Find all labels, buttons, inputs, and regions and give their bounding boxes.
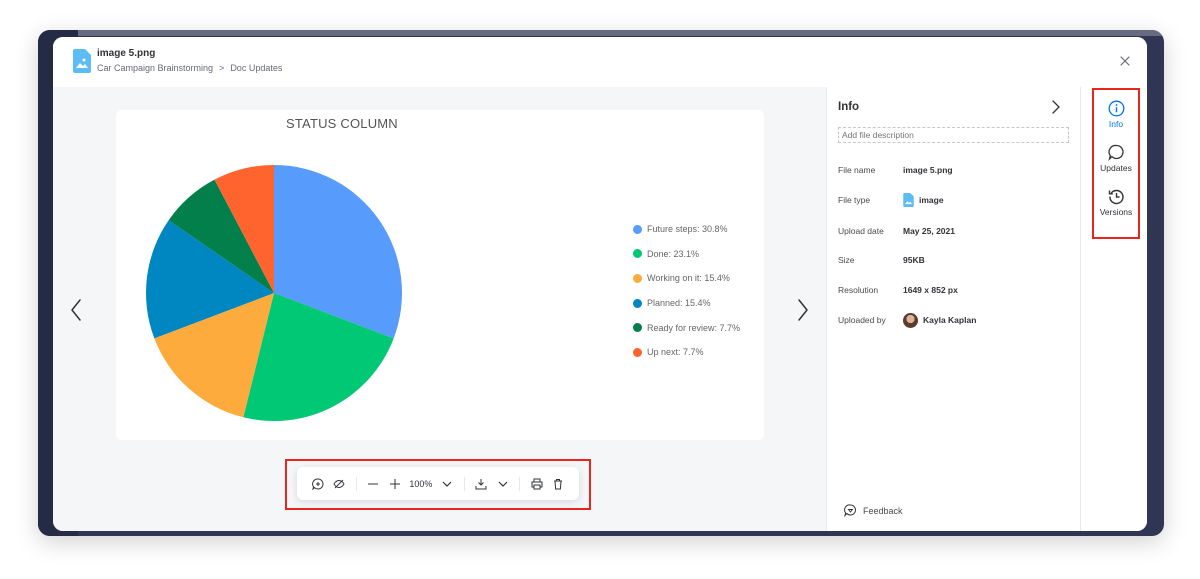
download-button[interactable] — [473, 474, 489, 494]
trash-icon — [554, 478, 563, 489]
viewer-toolbar: 100% — [297, 467, 579, 500]
legend-item: Up next: 7.7% — [633, 340, 740, 365]
legend-item: Working on it: 15.4% — [633, 266, 740, 291]
info-row-resolution: Resolution 1649 x 852 px — [838, 282, 958, 298]
legend-swatch — [633, 224, 642, 234]
image-file-icon — [903, 193, 914, 207]
plus-icon — [389, 478, 400, 489]
info-label: Resolution — [838, 285, 879, 295]
toolbar-divider — [519, 476, 521, 491]
zoom-in-button[interactable] — [386, 474, 402, 494]
legend-label: Up next: 7.7% — [647, 347, 704, 358]
history-icon — [1108, 189, 1124, 205]
info-label: Size — [838, 255, 855, 265]
legend-label: Planned: 15.4% — [647, 298, 711, 309]
feedback-label: Feedback — [863, 505, 903, 516]
info-value: 1649 x 852 px — [903, 285, 958, 295]
info-value: 95KB — [903, 255, 925, 265]
zoom-out-button[interactable] — [365, 474, 381, 494]
legend-item: Ready for review: 7.7% — [633, 315, 740, 340]
screenshot-stage: image 5.png Car Campaign Brainstorming >… — [0, 0, 1200, 579]
image-canvas: STATUS COLUMN Future steps: 30.8% Done: 2… — [116, 110, 764, 440]
info-icon — [1108, 100, 1124, 117]
info-panel: Info File name image 5.png File type ima… — [826, 87, 1080, 531]
close-icon[interactable] — [1117, 53, 1133, 69]
legend-label: Working on it: 15.4% — [647, 273, 730, 284]
info-value: Kayla Kaplan — [903, 312, 976, 328]
rail-tab-label: Updates — [1100, 163, 1132, 173]
info-row-uploaded-by: Uploaded by Kayla Kaplan — [838, 312, 976, 328]
modal-header: image 5.png Car Campaign Brainstorming >… — [53, 37, 1147, 87]
info-row-upload-date: Upload date May 25, 2021 — [838, 223, 955, 239]
add-comment-button[interactable] — [310, 474, 326, 494]
delete-button[interactable] — [550, 474, 566, 494]
printer-icon — [531, 478, 543, 489]
app-topbar-backdrop — [78, 30, 1164, 36]
rail-tab-label: Info — [1108, 119, 1124, 129]
zoom-level: 100% — [409, 478, 433, 489]
legend-label: Ready for review: 7.7% — [647, 322, 741, 333]
legend-swatch — [633, 249, 642, 259]
pie-chart — [146, 165, 402, 421]
info-label: File type — [838, 195, 871, 205]
toolbar-divider — [463, 476, 465, 491]
chevron-down-icon — [442, 481, 452, 487]
minus-icon — [368, 483, 379, 484]
next-file-button[interactable] — [793, 296, 813, 324]
legend-item: Done: 23.1% — [633, 242, 740, 267]
comment-plus-icon — [311, 478, 324, 490]
chart-title: STATUS COLUMN — [286, 116, 398, 131]
uploader-name[interactable]: Kayla Kaplan — [923, 315, 976, 325]
info-panel-title: Info — [838, 101, 860, 113]
info-value: May 25, 2021 — [903, 226, 955, 236]
toolbar-divider — [355, 476, 357, 491]
download-menu-button[interactable] — [495, 474, 511, 494]
image-viewer: STATUS COLUMN Future steps: 30.8% Done: 2… — [53, 87, 826, 531]
legend-swatch — [633, 323, 642, 333]
feedback-icon — [844, 504, 856, 517]
info-label: Upload date — [838, 226, 884, 236]
legend-swatch — [633, 347, 642, 357]
hide-annotations-button[interactable] — [331, 474, 347, 494]
eye-off-icon — [333, 479, 345, 488]
breadcrumb-board[interactable]: Car Campaign Brainstorming — [97, 63, 213, 73]
previous-file-button[interactable] — [66, 296, 86, 324]
legend-item: Future steps: 30.8% — [633, 217, 740, 242]
collapse-panel-icon[interactable] — [1049, 99, 1063, 115]
print-button[interactable] — [529, 474, 545, 494]
breadcrumb-separator: > — [219, 63, 225, 73]
feedback-button[interactable]: Feedback — [844, 504, 903, 517]
rail-tab-updates[interactable]: Updates — [1094, 144, 1138, 173]
legend-label: Future steps: 30.8% — [647, 224, 728, 235]
file-type-value: image — [919, 195, 944, 205]
rail-tab-info[interactable]: Info — [1094, 100, 1138, 129]
info-row-file-name: File name image 5.png — [838, 162, 953, 178]
zoom-menu-button[interactable] — [439, 474, 455, 494]
file-title: image 5.png — [97, 48, 156, 59]
speech-bubble-icon — [1107, 144, 1124, 161]
chart-legend: Future steps: 30.8% Done: 23.1% Working on… — [633, 217, 740, 365]
avatar — [903, 312, 918, 328]
info-value: image — [903, 193, 944, 207]
file-description-input[interactable] — [838, 127, 1069, 143]
breadcrumb: Car Campaign Brainstorming > Doc Updates — [97, 63, 282, 73]
legend-swatch — [633, 298, 642, 308]
info-label: File name — [838, 165, 876, 175]
side-rail: Info Updates Versions — [1080, 87, 1147, 531]
file-preview-modal: image 5.png Car Campaign Brainstorming >… — [53, 37, 1147, 531]
chevron-down-icon — [498, 481, 508, 487]
download-icon — [475, 478, 487, 489]
info-label: Uploaded by — [838, 315, 886, 325]
info-row-size: Size 95KB — [838, 252, 925, 268]
info-value: image 5.png — [903, 165, 953, 175]
breadcrumb-doc[interactable]: Doc Updates — [230, 63, 282, 73]
legend-label: Done: 23.1% — [647, 248, 700, 259]
rail-tab-versions[interactable]: Versions — [1094, 188, 1138, 217]
rail-tab-label: Versions — [1099, 207, 1133, 217]
legend-item: Planned: 15.4% — [633, 291, 740, 316]
info-row-file-type: File type image — [838, 192, 944, 208]
legend-swatch — [633, 273, 642, 283]
image-file-icon — [73, 49, 91, 73]
